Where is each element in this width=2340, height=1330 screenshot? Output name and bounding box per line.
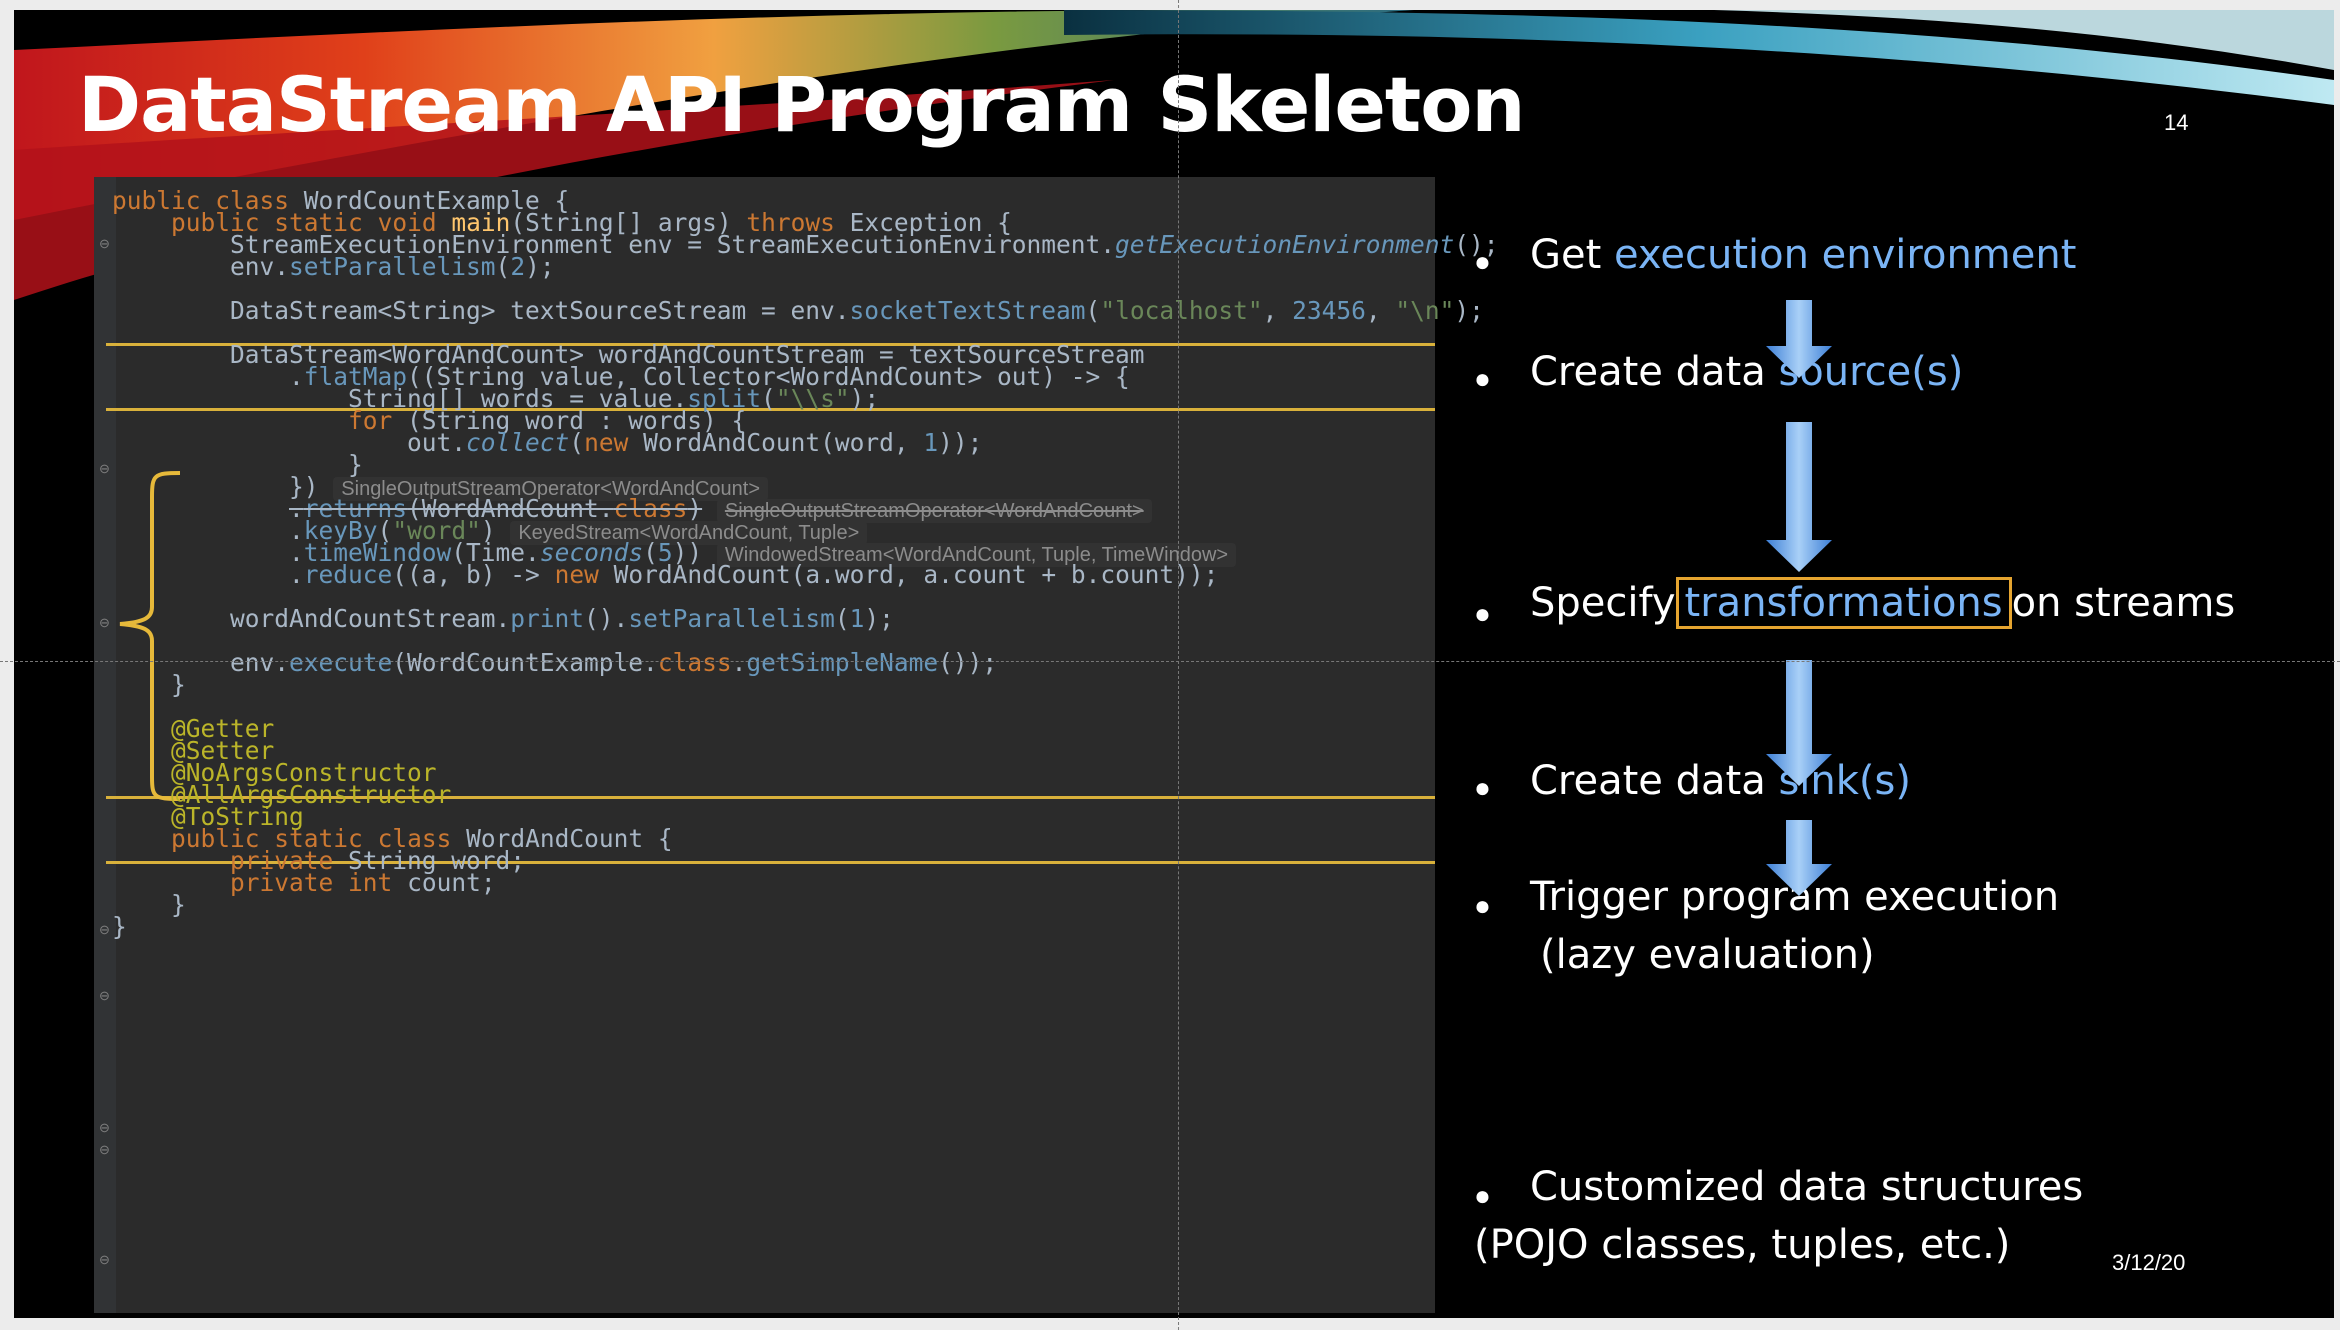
- vertical-guide-line: [1178, 0, 1179, 1330]
- slide-title: DataStream API Program Skeleton: [78, 60, 1526, 149]
- bullet-highlight-boxed: transformations: [1675, 577, 2012, 629]
- fold-marker-icon[interactable]: ⊖: [99, 1143, 111, 1156]
- bullet-dot: ●: [1474, 772, 1491, 803]
- code-editor: ⊖ ⊖ ⊖ ⊖ ⊖ ⊖ ⊖ ⊖ public class WordCountEx…: [94, 177, 1499, 1313]
- fold-marker-icon[interactable]: ⊖: [99, 616, 111, 629]
- bullet-text: on streams: [2011, 580, 2236, 626]
- slide-number: 14: [2164, 110, 2189, 135]
- bullet-pojo-line2: (POJO classes, tuples, etc.): [1474, 1222, 2011, 1268]
- bullet-dot: ●: [1474, 246, 1491, 277]
- bullet-text: Create data: [1530, 349, 1779, 395]
- fold-marker-icon[interactable]: ⊖: [99, 989, 111, 1002]
- bullet-text: Create data: [1530, 758, 1779, 804]
- fold-marker-icon[interactable]: ⊖: [99, 1121, 111, 1134]
- bullet-transformations: Specify transformations on streams: [1530, 577, 2236, 629]
- slide: DataStream API Program Skeleton 14 ⊖ ⊖ ⊖…: [14, 10, 2334, 1318]
- horizontal-guide-line: [0, 661, 2340, 662]
- slide-date: 3/12/20: [2112, 1250, 2186, 1275]
- bullet-highlight: execution environment: [1614, 232, 2077, 278]
- bullet-dot: ●: [1474, 363, 1491, 394]
- bullet-execution-environment: Get execution environment: [1530, 232, 2076, 278]
- code-line: .reduce((a, b) -> new WordAndCount(a.wor…: [289, 560, 1219, 589]
- code-line: }: [171, 670, 186, 699]
- code-line: }: [112, 912, 127, 941]
- fold-marker-icon[interactable]: ⊖: [99, 237, 111, 250]
- fold-marker-icon[interactable]: ⊖: [99, 923, 111, 936]
- code-line: DataStream<String> textSourceStream = en…: [230, 296, 1484, 325]
- bullet-dot: ●: [1474, 890, 1491, 921]
- bullet-trigger-line2: (lazy evaluation): [1540, 932, 1875, 978]
- code-line: wordAndCountStream.print().setParallelis…: [230, 604, 894, 633]
- bullet-data-sink: Create data sink(s): [1530, 758, 1911, 804]
- down-arrow-icon: [1766, 300, 1832, 378]
- bullet-text: Get: [1530, 232, 1615, 278]
- bullet-data-source: Create data source(s): [1530, 349, 1963, 395]
- bullet-dot: ●: [1474, 1180, 1491, 1211]
- down-arrow-icon: [1766, 820, 1832, 896]
- down-arrow-icon: [1766, 422, 1832, 572]
- code-line: env.setParallelism(2);: [230, 252, 555, 281]
- fold-marker-icon[interactable]: ⊖: [99, 1253, 111, 1266]
- code-line: env.execute(WordCountExample.class.getSi…: [230, 648, 998, 677]
- bullet-text: Specify: [1530, 580, 1676, 626]
- bullet-dot: ●: [1474, 598, 1491, 629]
- fold-marker-icon[interactable]: ⊖: [99, 462, 111, 475]
- down-arrow-icon: [1766, 660, 1832, 786]
- bullet-pojo-line1: Customized data structures: [1530, 1164, 2084, 1210]
